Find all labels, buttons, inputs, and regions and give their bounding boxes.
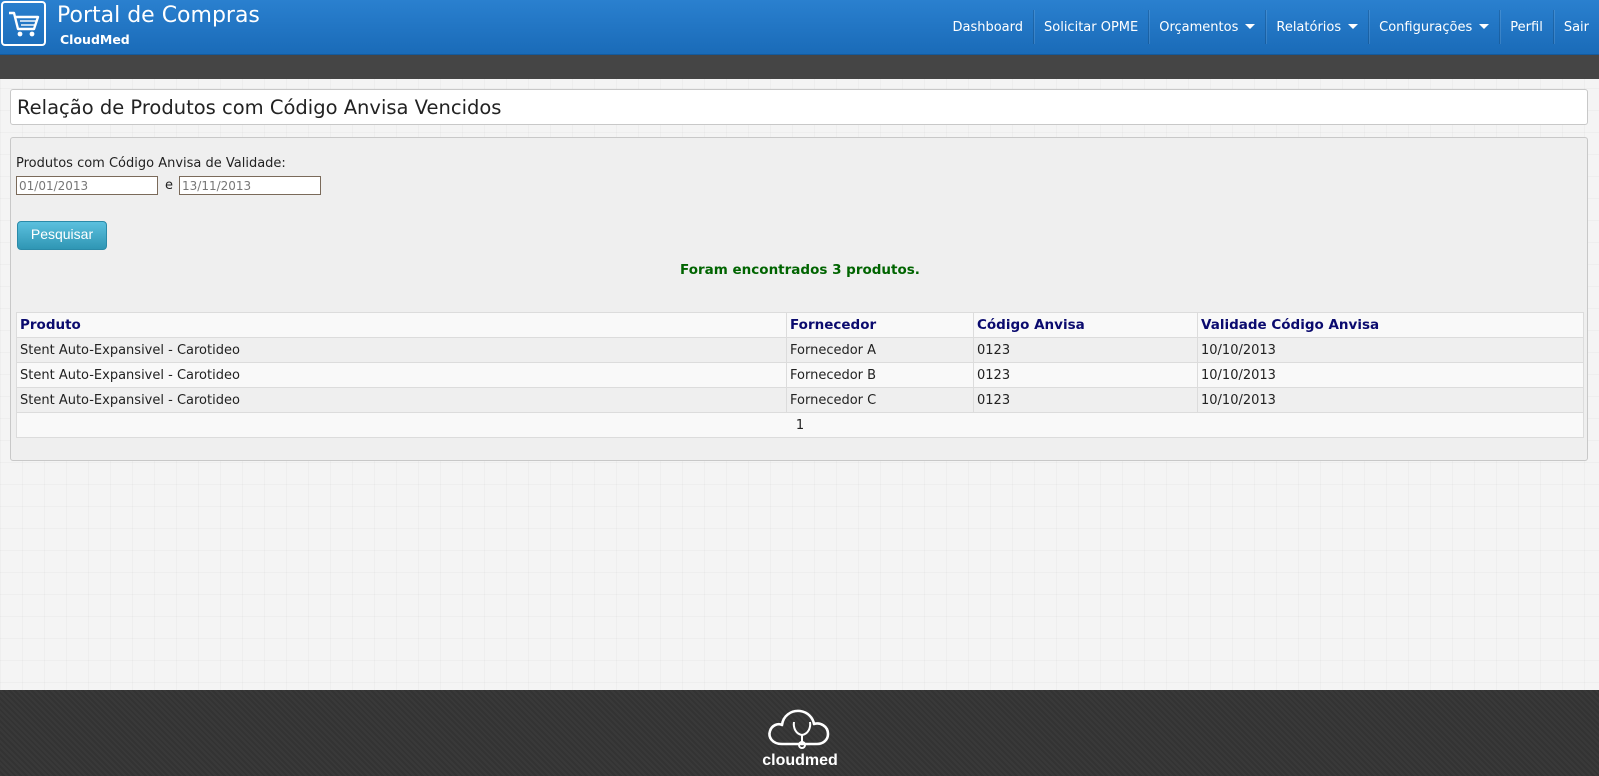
nav-relatorios[interactable]: Relatórios <box>1265 10 1368 44</box>
cell-validade: 10/10/2013 <box>1197 387 1584 413</box>
cell-codigo-anvisa: 0123 <box>973 337 1198 363</box>
sub-navbar <box>0 55 1599 79</box>
brand-subtitle: CloudMed <box>60 32 130 47</box>
footer: cloudmed <box>0 690 1599 776</box>
cell-codigo-anvisa: 0123 <box>973 362 1198 388</box>
nav-orcamentos[interactable]: Orçamentos <box>1148 10 1265 44</box>
column-header-codigo-anvisa[interactable]: Código Anvisa <box>973 312 1198 338</box>
cell-produto: Stent Auto-Expansivel - Carotideo <box>16 387 787 413</box>
filter-label: Produtos com Código Anvisa de Validade: <box>16 156 286 171</box>
cell-produto: Stent Auto-Expansivel - Carotideo <box>16 362 787 388</box>
search-button[interactable]: Pesquisar <box>17 221 107 250</box>
footer-logo-text: cloudmed <box>762 752 838 769</box>
cell-fornecedor: Fornecedor C <box>786 387 974 413</box>
shopping-cart-icon[interactable] <box>1 1 46 46</box>
search-panel: Produtos com Código Anvisa de Validade: … <box>10 137 1588 461</box>
cloud-stethoscope-icon <box>768 709 830 749</box>
brand-title[interactable]: Portal de Compras <box>57 3 260 28</box>
nav-solicitar-opme[interactable]: Solicitar OPME <box>1033 10 1148 44</box>
end-date-input[interactable] <box>179 176 321 195</box>
cell-codigo-anvisa: 0123 <box>973 387 1198 413</box>
nav-perfil[interactable]: Perfil <box>1499 10 1553 44</box>
cell-validade: 10/10/2013 <box>1197 362 1584 388</box>
cell-fornecedor: Fornecedor A <box>786 337 974 363</box>
nav-orcamentos-label: Orçamentos <box>1159 19 1239 35</box>
nav-perfil-label: Perfil <box>1510 19 1543 35</box>
nav-solicitar-opme-label: Solicitar OPME <box>1044 19 1139 35</box>
nav-configuracoes[interactable]: Configurações <box>1368 10 1499 44</box>
start-date-input[interactable] <box>16 176 158 195</box>
page-title-panel: Relação de Produtos com Código Anvisa Ve… <box>10 89 1588 125</box>
nav-sair[interactable]: Sair <box>1552 10 1599 44</box>
main-nav: Dashboard Solicitar OPME Orçamentos Rela… <box>942 10 1599 44</box>
cell-fornecedor: Fornecedor B <box>786 362 974 388</box>
top-navbar: Portal de Compras CloudMed Dashboard Sol… <box>0 0 1599 55</box>
nav-relatorios-label: Relatórios <box>1276 19 1342 35</box>
nav-configuracoes-label: Configurações <box>1379 19 1473 35</box>
pager-page-1[interactable]: 1 <box>16 412 1584 438</box>
nav-dashboard-label: Dashboard <box>952 19 1023 35</box>
caret-down-icon <box>1348 23 1359 29</box>
column-header-produto[interactable]: Produto <box>16 312 787 338</box>
table-header-row: Produto Fornecedor Código Anvisa Validad… <box>16 312 1584 338</box>
table-row[interactable]: Stent Auto-Expansivel - Carotideo Fornec… <box>16 387 1584 413</box>
caret-down-icon <box>1245 23 1256 29</box>
footer-logo[interactable]: cloudmed <box>760 704 840 769</box>
pager-row: 1 <box>16 412 1584 438</box>
nav-sair-label: Sair <box>1563 19 1589 35</box>
caret-down-icon <box>1479 23 1490 29</box>
page-title: Relação de Produtos com Código Anvisa Ve… <box>17 96 502 119</box>
results-table: Produto Fornecedor Código Anvisa Validad… <box>16 312 1584 438</box>
table-row[interactable]: Stent Auto-Expansivel - Carotideo Fornec… <box>16 337 1584 363</box>
table-row[interactable]: Stent Auto-Expansivel - Carotideo Fornec… <box>16 362 1584 388</box>
column-header-validade[interactable]: Validade Código Anvisa <box>1197 312 1584 338</box>
date-connector: e <box>165 178 173 193</box>
cell-produto: Stent Auto-Expansivel - Carotideo <box>16 337 787 363</box>
nav-dashboard[interactable]: Dashboard <box>942 10 1033 44</box>
cell-validade: 10/10/2013 <box>1197 337 1584 363</box>
column-header-fornecedor[interactable]: Fornecedor <box>786 312 974 338</box>
results-count-message: Foram encontrados 3 produtos. <box>680 262 920 278</box>
